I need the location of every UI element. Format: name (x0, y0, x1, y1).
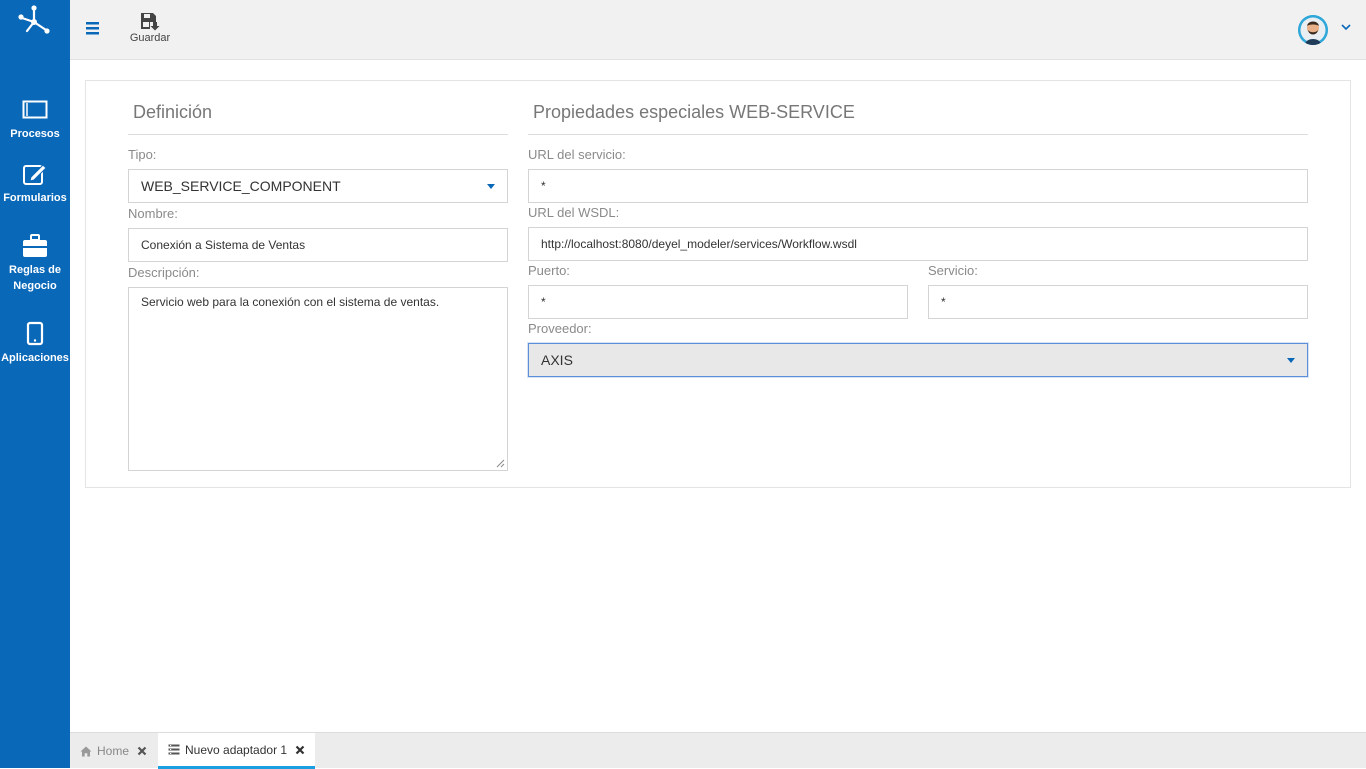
sidebar-item-label: Procesos (10, 128, 60, 140)
top-toolbar: Guardar (70, 0, 1366, 60)
url-wsdl-input-value: http://localhost:8080/deyel_modeler/serv… (541, 237, 857, 251)
section-title-definicion: Definición (133, 102, 213, 122)
tab-home[interactable]: Home (70, 733, 158, 769)
proveedor-select[interactable]: AXIS (528, 343, 1308, 377)
home-icon (80, 746, 92, 756)
section-title-propiedades: Propiedades especiales WEB-SERVICE (533, 102, 855, 122)
descripcion-textarea-value: Servicio web para la conexión con el sis… (141, 295, 440, 309)
nombre-input-value: Conexión a Sistema de Ventas (141, 238, 306, 252)
url-servicio-label: URL del servicio: (528, 147, 626, 162)
nombre-label: Nombre: (128, 206, 178, 221)
save-icon (141, 13, 160, 31)
url-wsdl-input[interactable]: http://localhost:8080/deyel_modeler/serv… (528, 227, 1308, 261)
sidebar-item-reglas-de-negocio[interactable]: Reglas de Negocio (0, 233, 70, 294)
caret-down-icon (487, 184, 495, 189)
sidebar-item-label: Reglas de Negocio (9, 264, 61, 292)
puerto-input[interactable]: * (528, 285, 908, 319)
save-button[interactable]: Guardar (126, 11, 174, 51)
proveedor-label: Proveedor: (528, 321, 592, 336)
tab-label: Home (97, 744, 130, 758)
tab-label: Nuevo adaptador 1 (185, 742, 288, 757)
nombre-input[interactable]: Conexión a Sistema de Ventas (128, 228, 508, 262)
window-icon (22, 100, 48, 119)
close-icon[interactable] (295, 745, 305, 755)
logo-icon[interactable] (17, 4, 51, 34)
section-divider (528, 134, 1308, 135)
sidebar-item-formularios[interactable]: Formularios (0, 161, 70, 206)
puerto-input-value: * (541, 295, 546, 309)
caret-down-icon (1287, 358, 1295, 363)
tab-nuevo-adaptador[interactable]: Nuevo adaptador 1 (158, 733, 315, 769)
descripcion-textarea[interactable]: Servicio web para la conexión con el sis… (128, 287, 508, 471)
avatar[interactable] (1298, 15, 1328, 45)
sidebar-item-aplicaciones[interactable]: Aplicaciones (0, 321, 70, 366)
tablet-icon (26, 321, 44, 346)
close-icon[interactable] (137, 746, 147, 756)
resize-handle-icon[interactable] (496, 459, 505, 468)
servicio-input-value: * (941, 295, 946, 309)
tipo-select-value: WEB_SERVICE_COMPONENT (141, 178, 341, 194)
chevron-down-icon[interactable] (1340, 22, 1352, 32)
url-wsdl-label: URL del WSDL: (528, 205, 620, 220)
sidebar-item-label: Aplicaciones (1, 352, 69, 364)
descripcion-label: Descripción: (128, 265, 200, 280)
user-avatar-icon (1298, 15, 1328, 45)
briefcase-icon (23, 234, 47, 257)
bottom-tab-bar: Home Nuevo adaptador 1 (70, 732, 1366, 769)
tipo-select[interactable]: WEB_SERVICE_COMPONENT (128, 169, 508, 203)
tipo-label: Tipo: (128, 147, 157, 162)
sidebar-item-procesos[interactable]: Procesos (0, 97, 70, 142)
save-label: Guardar (129, 32, 171, 44)
servicio-label: Servicio: (928, 263, 978, 278)
list-icon (168, 744, 180, 755)
url-servicio-input-value: * (541, 179, 546, 193)
section-divider (128, 134, 508, 135)
puerto-label: Puerto: (528, 263, 570, 278)
servicio-input[interactable]: * (928, 285, 1308, 319)
sidebar-item-label: Formularios (3, 192, 67, 204)
edit-icon (23, 164, 47, 185)
menu-icon[interactable] (85, 20, 101, 36)
adapter-form-panel: Definición Tipo: WEB_SERVICE_COMPONENT N… (85, 80, 1351, 488)
proveedor-select-value: AXIS (541, 352, 573, 368)
url-servicio-input[interactable]: * (528, 169, 1308, 203)
sidebar: Procesos Formularios Reglas de Negocio A… (0, 0, 70, 768)
